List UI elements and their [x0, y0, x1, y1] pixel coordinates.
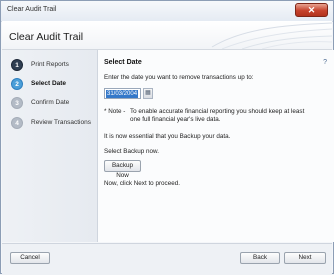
note-line-2: one full financial year's live data.: [130, 115, 221, 123]
section-title: Select Date: [104, 59, 142, 66]
header-swirl-decoration: [211, 22, 332, 49]
back-button[interactable]: Back: [240, 252, 280, 264]
backup-essential-text: It is now essential that you Backup your…: [104, 133, 231, 140]
step-label: Print Reports: [31, 61, 69, 68]
select-backup-text: Select Backup now.: [104, 148, 159, 155]
wizard-footer: Cancel Back Next: [2, 243, 332, 275]
step-print-reports[interactable]: 1 Print Reports: [11, 59, 97, 73]
date-prompt: Enter the date you want to remove transa…: [104, 74, 254, 81]
step-number-badge: 1: [11, 59, 23, 71]
title-bar: Clear Audit Trail ✕: [1, 1, 333, 22]
wizard-window: Clear Audit Trail ✕ Clear Audit Trail 1 …: [0, 0, 334, 275]
step-number-badge: 3: [11, 97, 23, 109]
step-label: Confirm Date: [31, 99, 70, 106]
next-instruction-text: Now, click Next to proceed.: [104, 180, 180, 187]
step-number-badge: 4: [11, 117, 23, 129]
content-panel: Select Date ? Enter the date you want to…: [98, 50, 334, 242]
step-label: Select Date: [31, 80, 67, 87]
calendar-icon: ▦: [145, 90, 151, 96]
steps-panel: 1 Print Reports 2 Select Date 3 Confirm …: [2, 50, 98, 242]
wizard-header: Clear Audit Trail: [2, 21, 332, 50]
note-text: To enable accurate financial reporting y…: [130, 108, 320, 123]
window-title: Clear Audit Trail: [7, 6, 57, 13]
step-select-date[interactable]: 2 Select Date: [11, 78, 97, 92]
step-review-transactions[interactable]: 4 Review Transactions: [11, 117, 97, 131]
help-icon[interactable]: ?: [323, 59, 327, 66]
step-number-badge: 2: [11, 78, 23, 90]
page-title: Clear Audit Trail: [9, 31, 84, 43]
note-line-1: To enable accurate financial reporting y…: [130, 108, 305, 115]
note-label: * Note -: [104, 108, 126, 115]
calendar-button[interactable]: ▦: [143, 88, 153, 99]
next-button[interactable]: Next: [284, 252, 326, 264]
date-input[interactable]: 31/03/2004: [104, 88, 141, 99]
step-confirm-date[interactable]: 3 Confirm Date: [11, 97, 97, 111]
close-button[interactable]: ✕: [295, 3, 328, 17]
cancel-button[interactable]: Cancel: [10, 252, 50, 264]
backup-now-button[interactable]: Backup Now: [104, 160, 141, 179]
date-value: 31/03/2004: [106, 90, 139, 98]
close-icon: ✕: [307, 5, 316, 15]
step-label: Review Transactions: [31, 119, 91, 126]
